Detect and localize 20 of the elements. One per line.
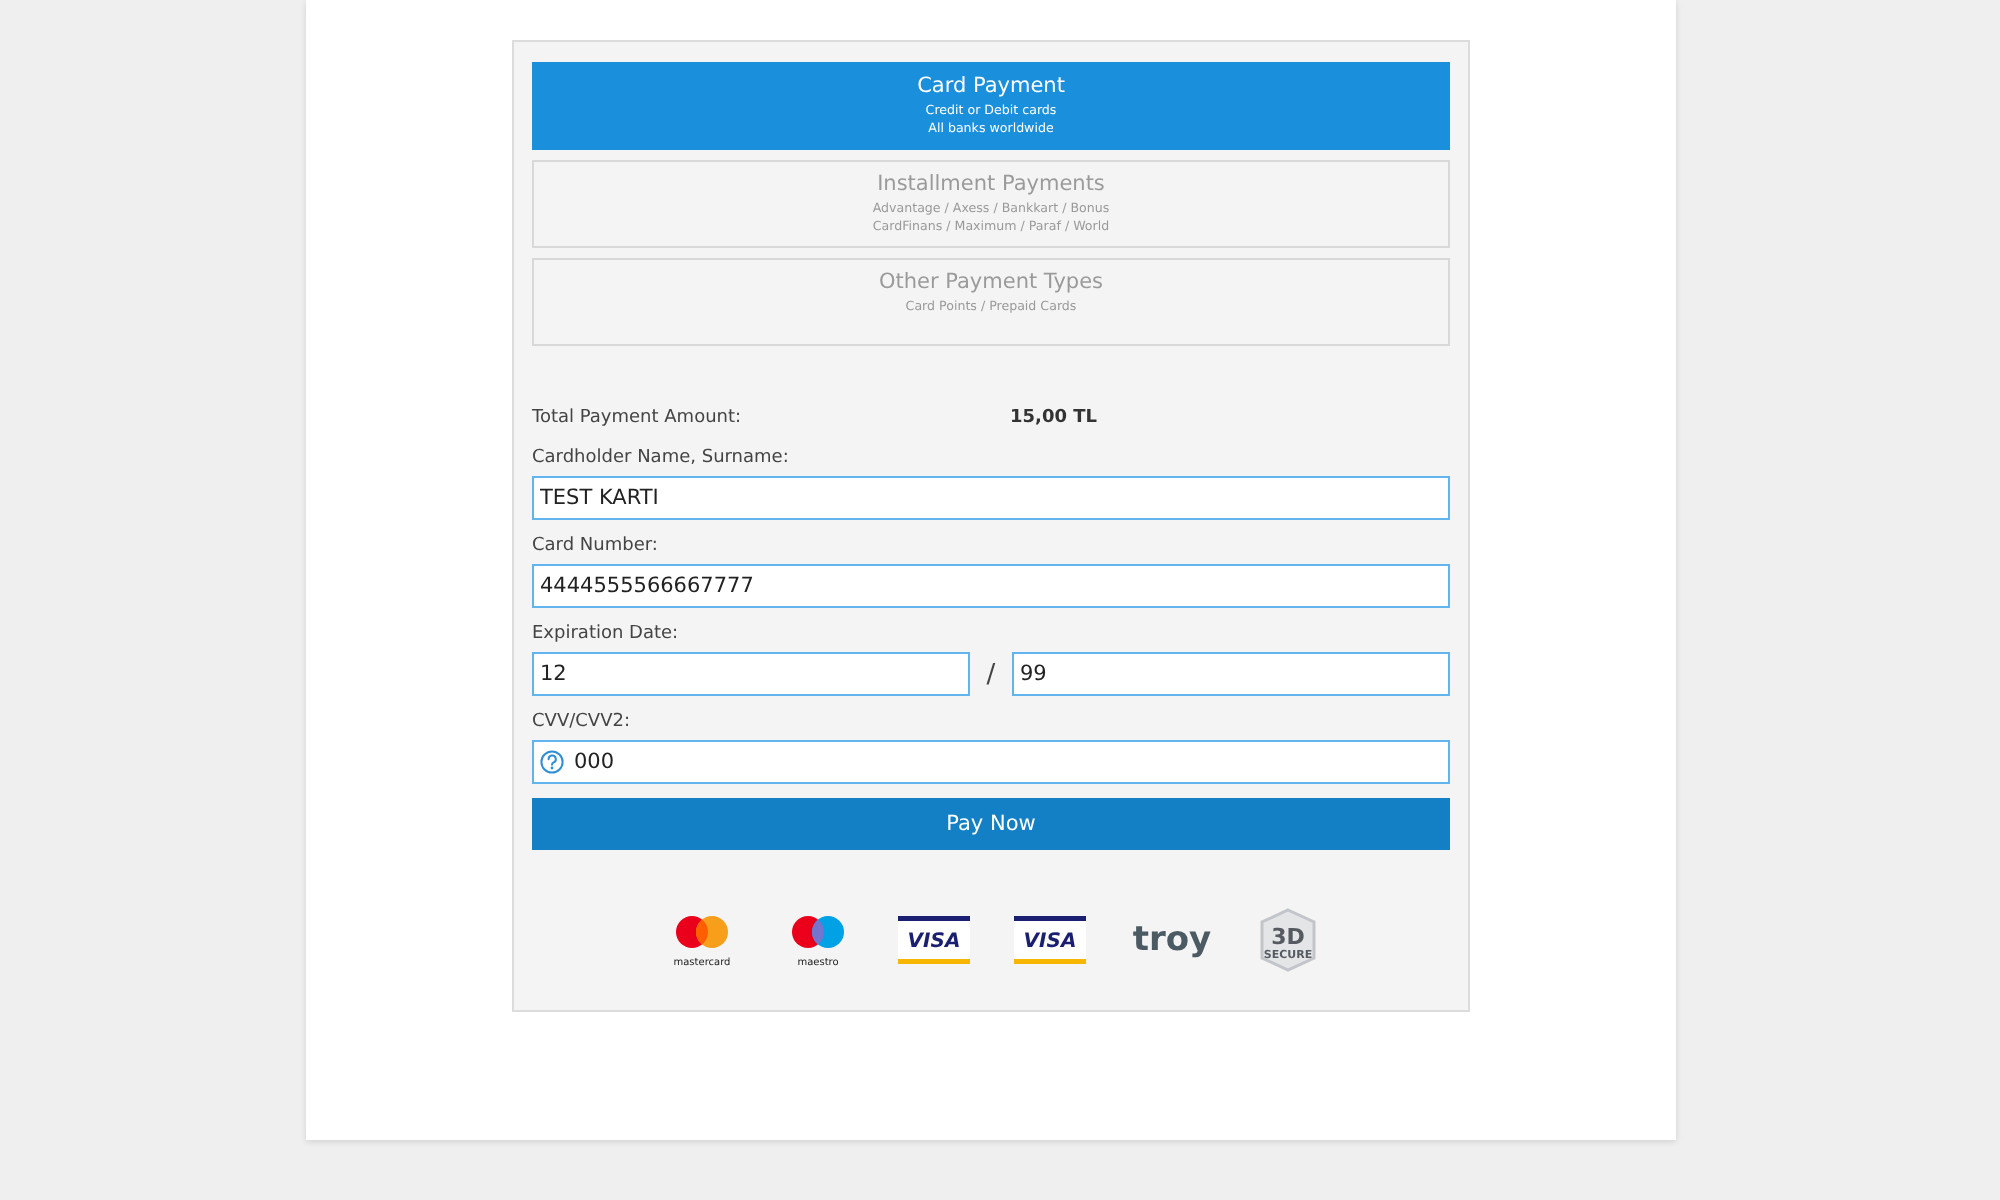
tab-title: Card Payment (917, 72, 1065, 102)
field-label: Expiration Date: (532, 622, 679, 648)
field-label: Cardholder Name, Surname: (532, 446, 789, 472)
total-label: Total Payment Amount: (532, 406, 742, 432)
card-brand-logo: VISA (1013, 916, 1085, 964)
text-input[interactable]: 4444555566667777 (532, 564, 1450, 608)
date-separator: / (986, 659, 996, 689)
total-amount: 15,00 TL (1010, 406, 1097, 432)
text-input[interactable]: TEST KARTI (532, 476, 1450, 520)
cvv-input[interactable]: 000 (532, 740, 1450, 784)
field-label: CVV/CVV2: (532, 710, 630, 736)
card-brand-logo: troy (1129, 918, 1213, 962)
pay-button[interactable]: Pay Now (532, 798, 1450, 850)
tab-title: Installment Payments (877, 170, 1105, 200)
field-label: Card Number: (532, 534, 658, 560)
year-input[interactable]: 99 (1012, 652, 1450, 696)
month-input[interactable]: 12 (532, 652, 970, 696)
help-icon[interactable] (540, 750, 564, 774)
tab-title: Other Payment Types (878, 268, 1104, 298)
card-brand-logo: VISA (897, 916, 969, 964)
